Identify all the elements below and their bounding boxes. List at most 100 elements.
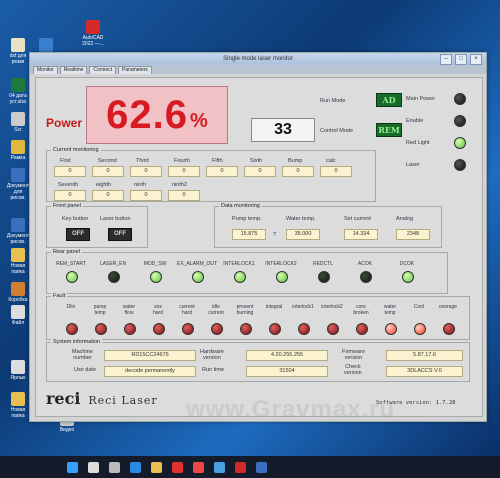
desktop-icon-image xyxy=(39,38,53,52)
current-field: 0 xyxy=(206,166,238,177)
rear-panel-label: INTERLOCK1 xyxy=(223,261,255,267)
yandex-music-icon[interactable] xyxy=(193,461,204,473)
watermark: www.Gravmax.ru xyxy=(186,396,396,423)
search-icon[interactable] xyxy=(88,461,99,473)
current-field-label: Fifth xyxy=(212,158,223,164)
use-date-label: Use date xyxy=(74,367,97,373)
rear-panel-group: Rear panel xyxy=(46,249,448,294)
current-field-label: calc xyxy=(326,158,336,164)
window-title: Single mode laser monitor xyxy=(223,56,293,62)
desktop-icon-image xyxy=(11,305,25,319)
data-monitor-field: 35.000 xyxy=(286,229,320,240)
current-field: 0 xyxy=(54,190,86,201)
app-icon[interactable] xyxy=(214,461,225,473)
taskbar xyxy=(0,456,500,478)
desktop-icon-label: Видео xyxy=(59,427,75,433)
fault-label: current hard xyxy=(179,304,195,316)
desktop-icon-image xyxy=(11,392,25,406)
tab-realtime[interactable]: Realtime xyxy=(59,66,88,74)
fault-label: water flow xyxy=(122,304,136,316)
monitor-panel: Power 62.6 % 33 Run Mode AD Control Mode… xyxy=(35,77,483,423)
desktop-icon-label: AutoCAD 2022 —... xyxy=(82,35,104,47)
fault-led xyxy=(327,323,339,335)
fault-led xyxy=(182,323,194,335)
system-info-title: System information xyxy=(51,339,103,345)
tab-connect[interactable]: Connect xyxy=(89,66,117,74)
fault-label: pump temp xyxy=(93,304,107,316)
current-monitoring-title: Current monitoring xyxy=(51,147,101,153)
fault-label: interlock1 xyxy=(292,304,314,310)
current-field-label: Sixth xyxy=(250,158,263,164)
power-unit: % xyxy=(190,109,208,132)
current-field: 0 xyxy=(92,166,124,177)
data-monitoring-title: Data monitoring xyxy=(219,203,262,209)
desktop-icon-image xyxy=(11,218,25,232)
fault-led xyxy=(153,323,165,335)
rear-panel-led xyxy=(66,271,78,283)
current-field: 0 xyxy=(54,166,86,177)
fault-label: Cool xyxy=(413,304,425,310)
desktop-icon[interactable]: AutoCAD 2022 —... xyxy=(78,20,108,47)
current-field-label: First xyxy=(60,158,71,164)
laser-monitor-window: Single mode laser monitor – □ × Monitor … xyxy=(29,52,487,423)
cypcut-icon[interactable] xyxy=(235,461,246,473)
rear-panel-led xyxy=(234,271,246,283)
key-button-label: Key button xyxy=(62,216,89,222)
edge-icon[interactable] xyxy=(130,461,141,473)
windows-icon[interactable] xyxy=(67,461,78,473)
status-led-label: Red Light xyxy=(406,140,430,146)
fault-led xyxy=(356,323,368,335)
maximize-button[interactable]: □ xyxy=(455,54,467,65)
desktop-icon-image xyxy=(86,20,100,34)
key-button-switch[interactable]: OFF xyxy=(66,228,90,241)
desktop-icon-image xyxy=(11,168,25,182)
fault-label: core broken xyxy=(353,304,369,316)
fault-led xyxy=(414,323,426,335)
desktop-icon-image xyxy=(11,248,25,262)
yandex-icon[interactable] xyxy=(172,461,183,473)
check-version-label: Check version xyxy=(344,364,362,376)
fault-label: present burning xyxy=(236,304,254,316)
reci-logo: reci Reci Laser xyxy=(46,389,158,408)
software-version: Software version: 1.7.28 xyxy=(376,400,456,406)
explorer-icon[interactable] xyxy=(151,461,162,473)
status-led xyxy=(454,115,466,127)
status-led xyxy=(454,93,466,105)
logo-mark: reci xyxy=(46,389,81,408)
power-label: Power xyxy=(46,116,83,130)
minimize-button[interactable]: – xyxy=(440,54,452,65)
fault-title: Fault xyxy=(51,293,68,299)
temp-separator: ? xyxy=(273,232,277,238)
hardware-version-field: 4.20.255.255 xyxy=(246,350,328,361)
fault-label: overage xyxy=(438,304,458,310)
tab-monitor[interactable]: Monitor xyxy=(33,66,58,74)
run-mode-indicator: AD xyxy=(376,93,402,107)
run-mode-label: Run Mode xyxy=(320,98,346,104)
rear-panel-led xyxy=(402,271,414,283)
current-field: 0 xyxy=(168,166,200,177)
current-field: 0 xyxy=(282,166,314,177)
data-monitor-field: 14.334 xyxy=(344,229,378,240)
rear-panel-led xyxy=(150,271,162,283)
tab-parameters[interactable]: Parameters xyxy=(118,66,152,74)
tab-bar: Monitor Realtime Connect Parameters xyxy=(30,65,486,74)
rear-panel-label: LASER_EN xyxy=(99,261,127,267)
data-monitoring-group: Data monitoring xyxy=(214,203,442,248)
current-field-label: Bump xyxy=(288,158,303,164)
rear-panel-led xyxy=(276,271,288,283)
data-monitor-label: Set current xyxy=(344,216,371,222)
fault-led xyxy=(124,323,136,335)
check-version-field: 3DLACCS V.0 xyxy=(386,366,463,377)
laser-button-switch[interactable]: OFF xyxy=(108,228,132,241)
fault-led xyxy=(298,323,310,335)
current-field-label: Third xyxy=(136,158,149,164)
current-field: 0 xyxy=(320,166,352,177)
monitor-icon[interactable] xyxy=(256,461,267,473)
close-button[interactable]: × xyxy=(470,54,482,65)
fault-led xyxy=(66,323,78,335)
task-view-icon[interactable] xyxy=(109,461,120,473)
machine-number-label: Machine number xyxy=(72,349,93,361)
laser-button-label: Laser button xyxy=(100,216,131,222)
status-led-label: Main Power xyxy=(406,96,436,102)
title-bar[interactable]: Single mode laser monitor – □ × xyxy=(30,53,486,65)
